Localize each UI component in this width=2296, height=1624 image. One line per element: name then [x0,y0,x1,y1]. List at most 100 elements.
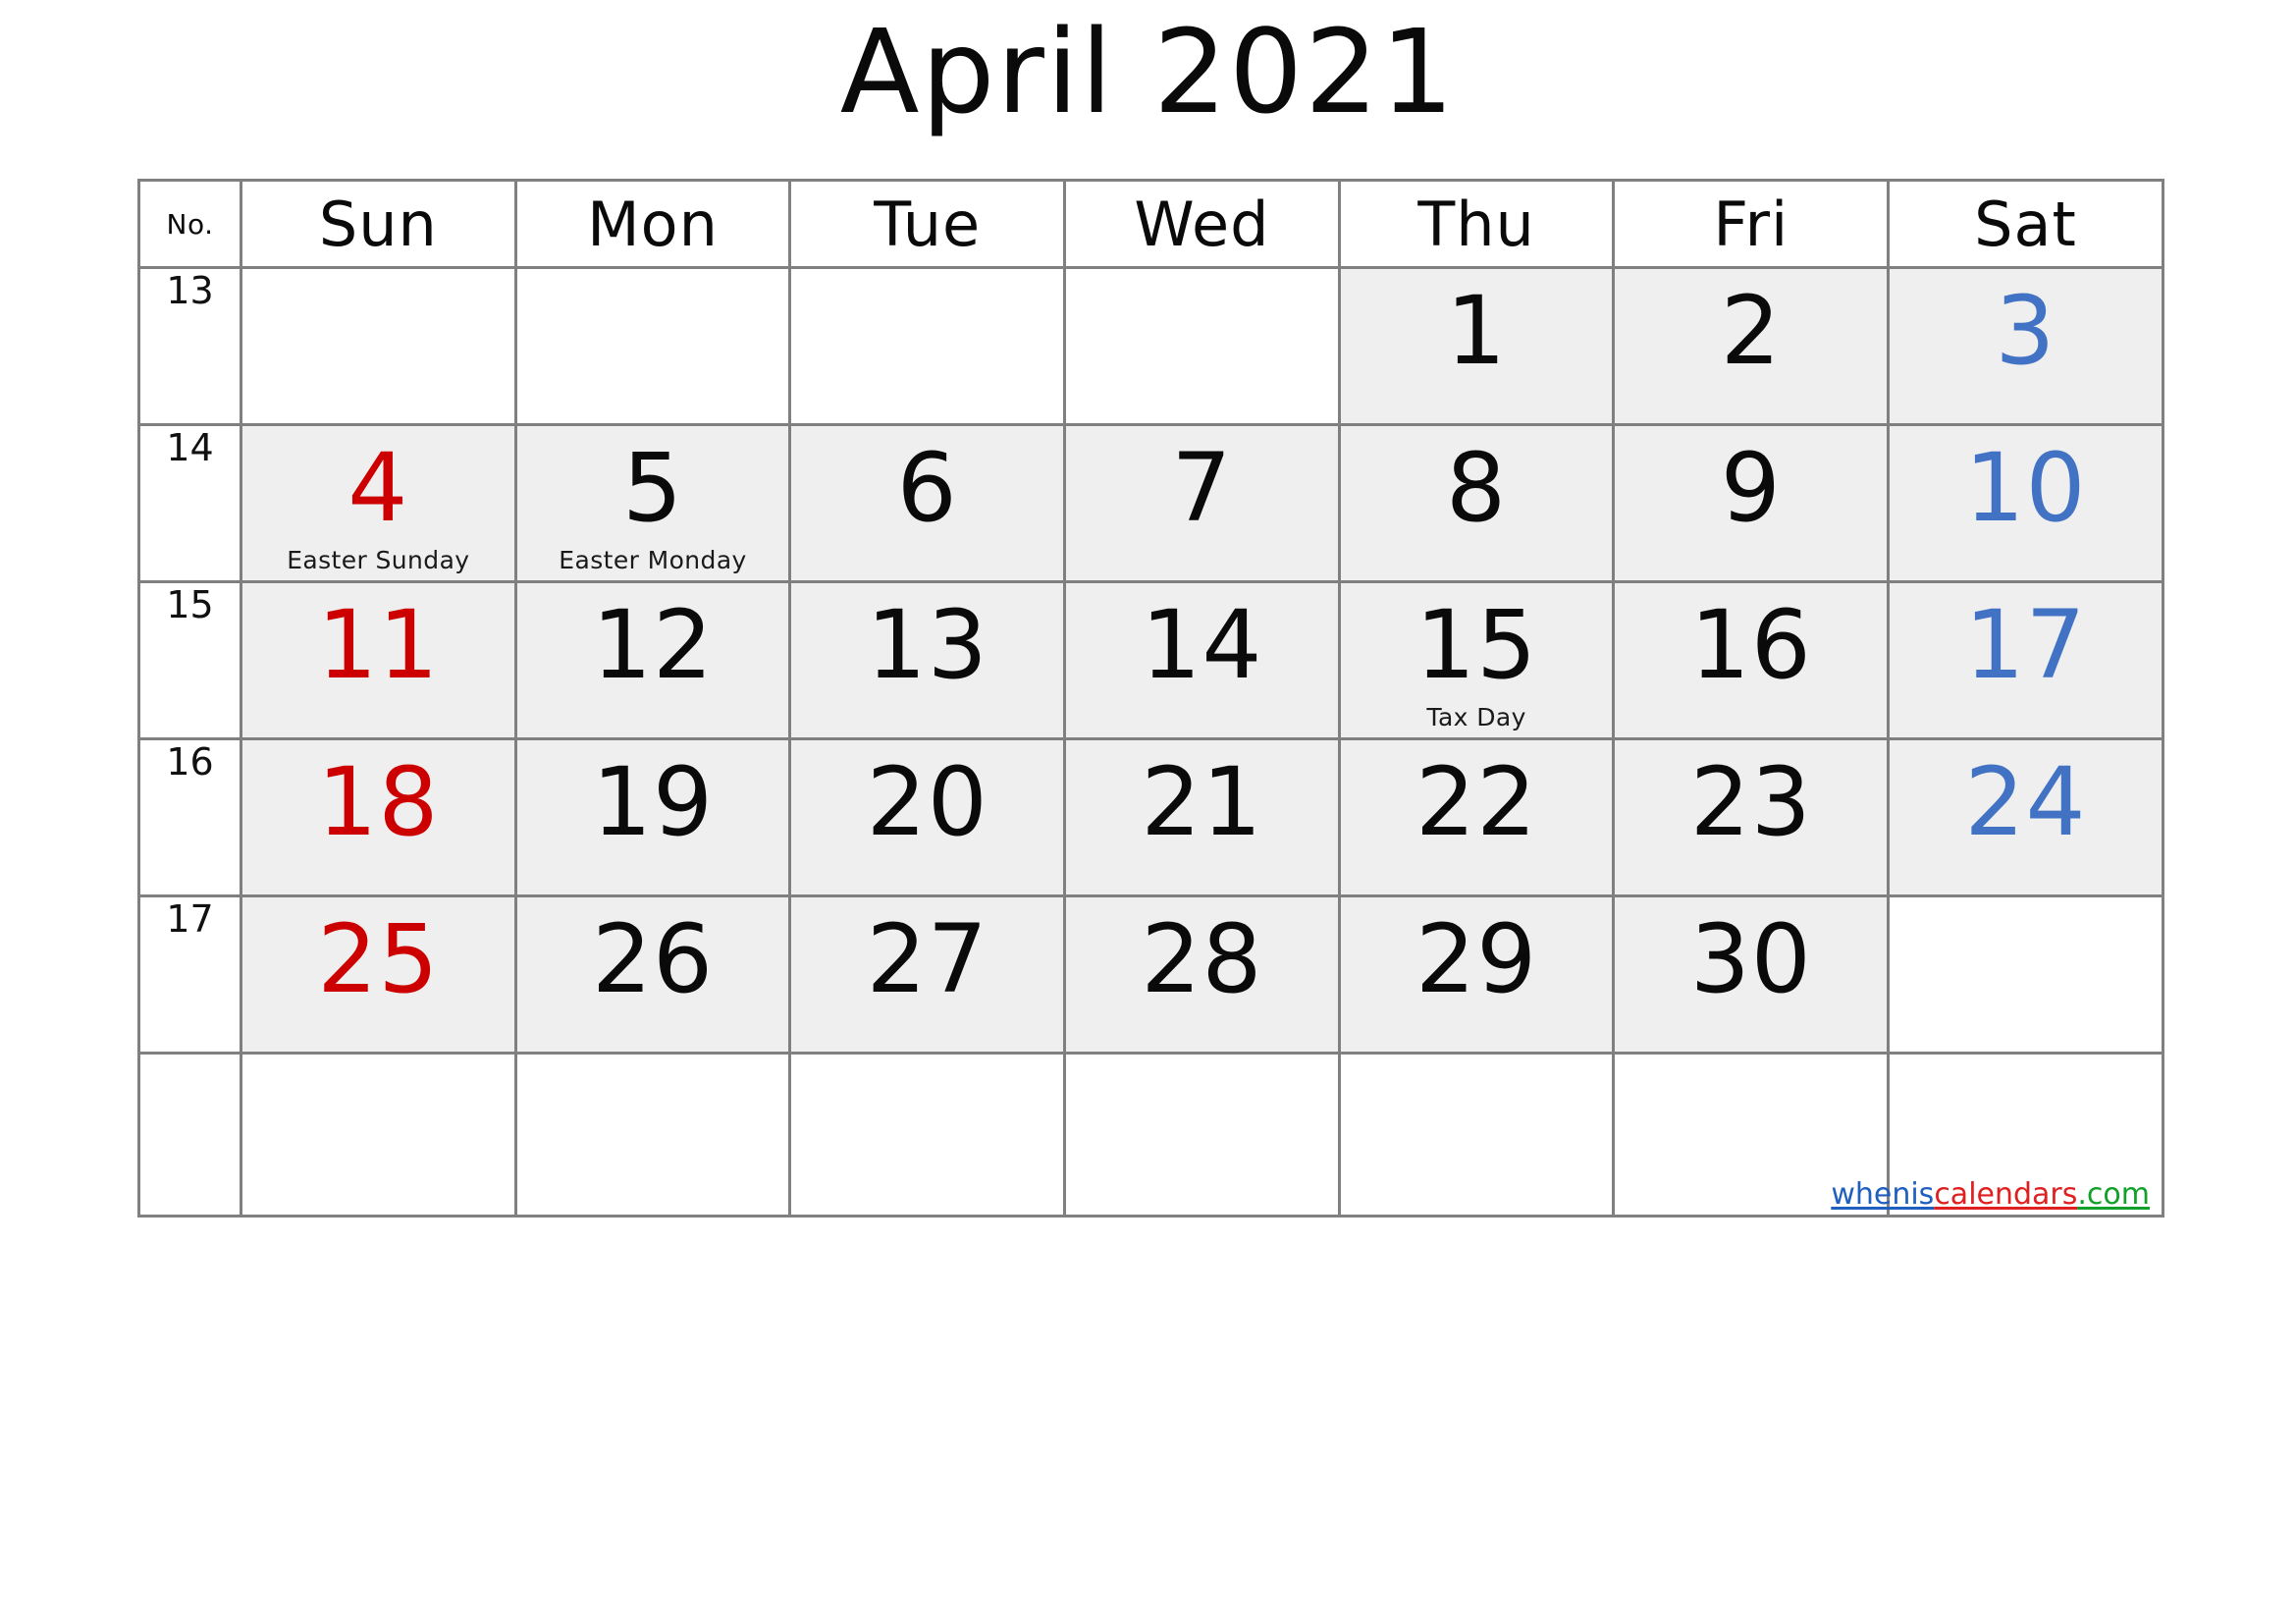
day-cell[interactable]: 16 [1612,580,1891,740]
day-cell[interactable]: 15 Tax Day [1337,580,1616,740]
header-day-tue: Tue [788,179,1067,269]
day-cell[interactable]: 20 [788,737,1067,897]
day-number: 13 [866,590,988,700]
day-cell[interactable]: 19 [513,737,792,897]
day-number: 25 [317,904,440,1014]
week-number-cell: 17 [137,894,242,1055]
day-cell[interactable]: 9 [1612,423,1891,583]
day-number: 14 [1141,590,1263,700]
day-cell[interactable]: 1 [1337,266,1616,426]
day-number: 24 [1964,747,2087,857]
day-cell[interactable] [240,266,517,426]
day-number: 9 [1720,433,1782,543]
calendar-table: No. Sun Mon Tue Wed Thu Fri Sat 13 1 2 3 14 4… [137,179,2164,1218]
day-cell[interactable]: 21 [1063,737,1341,897]
day-cell[interactable]: 30 [1612,894,1891,1055]
calendar-body: 13 1 2 3 14 4 Easter Sunday 5 Easter Monday 6 7 8 9 1… [137,266,2164,1218]
day-cell[interactable] [1063,1052,1341,1218]
calendar-week-row: 15 11 12 13 14 15 Tax Day 16 17 [137,580,2164,740]
day-cell[interactable]: 27 [788,894,1067,1055]
day-number: 7 [1171,433,1233,543]
page-title: April 2021 [839,4,1457,139]
week-number-cell: 14 [137,423,242,583]
day-cell[interactable] [788,266,1067,426]
day-cell[interactable]: 26 [513,894,792,1055]
day-number: 3 [1995,276,2056,386]
day-event-label: Tax Day [1426,703,1526,731]
watermark-part-whenis: whenis [1831,1177,1935,1212]
calendar-week-row: 17 25 26 27 28 29 30 [137,894,2164,1055]
day-cell[interactable] [1337,1052,1616,1218]
day-cell[interactable] [1063,266,1341,426]
day-event-label: Easter Sunday [287,546,470,574]
day-cell[interactable]: 11 [240,580,517,740]
day-cell[interactable]: 7 [1063,423,1341,583]
calendar-page: April 2021 No. Sun Mon Tue Wed Thu Fri S… [0,0,2296,1624]
day-number: 6 [896,433,958,543]
day-cell[interactable]: 10 [1887,423,2164,583]
calendar-week-row: 13 1 2 3 [137,266,2164,426]
header-week-number: No. [137,179,242,269]
day-cell[interactable]: 22 [1337,737,1616,897]
header-day-fri: Fri [1612,179,1891,269]
day-cell[interactable]: 5 Easter Monday [513,423,792,583]
day-number: 10 [1964,433,2087,543]
day-number: 27 [866,904,988,1014]
header-day-thu: Thu [1337,179,1616,269]
watermark-part-calendars: calendars [1934,1177,2078,1212]
day-number: 26 [591,904,715,1014]
day-number: 15 [1415,590,1538,700]
day-cell[interactable]: 2 [1612,266,1891,426]
day-cell[interactable]: 24 [1887,737,2164,897]
day-number: 28 [1141,904,1263,1014]
week-number-cell: 16 [137,737,242,897]
day-number: 16 [1689,590,1812,700]
day-cell[interactable]: 29 [1337,894,1616,1055]
day-cell[interactable]: 23 [1612,737,1891,897]
week-number-cell: 15 [137,580,242,740]
site-watermark[interactable]: wheniscalendars.com [1831,1180,2150,1210]
calendar-week-row: 16 18 19 20 21 22 23 24 [137,737,2164,897]
day-cell[interactable] [513,1052,792,1218]
day-number: 30 [1689,904,1812,1014]
day-cell[interactable] [788,1052,1067,1218]
day-cell[interactable]: 18 [240,737,517,897]
day-cell[interactable]: 13 [788,580,1067,740]
day-number: 17 [1964,590,2087,700]
day-cell[interactable]: 25 [240,894,517,1055]
day-number: 2 [1720,276,1782,386]
day-cell[interactable] [1887,894,2164,1055]
calendar-header-row: No. Sun Mon Tue Wed Thu Fri Sat [137,179,2164,269]
day-number: 12 [591,590,715,700]
day-cell[interactable]: 28 [1063,894,1341,1055]
watermark-part-com: .com [2077,1177,2150,1212]
header-day-sun: Sun [240,179,517,269]
day-cell[interactable]: 4 Easter Sunday [240,423,517,583]
day-number: 20 [866,747,988,857]
week-number-cell: 13 [137,266,242,426]
day-number: 18 [317,747,440,857]
header-day-sat: Sat [1887,179,2164,269]
day-cell[interactable] [240,1052,517,1218]
day-number: 21 [1141,747,1263,857]
day-number: 5 [621,433,684,543]
day-number: 19 [591,747,715,857]
day-number: 8 [1446,433,1508,543]
calendar-grid-wrapper: No. Sun Mon Tue Wed Thu Fri Sat 13 1 2 3 14 4… [137,179,2164,1218]
week-number-cell [137,1052,242,1218]
day-number: 22 [1415,747,1538,857]
day-cell[interactable]: 12 [513,580,792,740]
header-day-wed: Wed [1063,179,1341,269]
calendar-week-row: 14 4 Easter Sunday 5 Easter Monday 6 7 8 9 10 [137,423,2164,583]
day-number: 4 [347,433,409,543]
day-number: 29 [1415,904,1538,1014]
day-event-label: Easter Monday [559,546,747,574]
header-day-mon: Mon [513,179,792,269]
day-cell[interactable]: 8 [1337,423,1616,583]
day-cell[interactable]: 14 [1063,580,1341,740]
day-cell[interactable]: 6 [788,423,1067,583]
day-cell[interactable] [513,266,792,426]
day-number: 1 [1446,276,1508,386]
day-cell[interactable]: 17 [1887,580,2164,740]
day-cell[interactable]: 3 [1887,266,2164,426]
